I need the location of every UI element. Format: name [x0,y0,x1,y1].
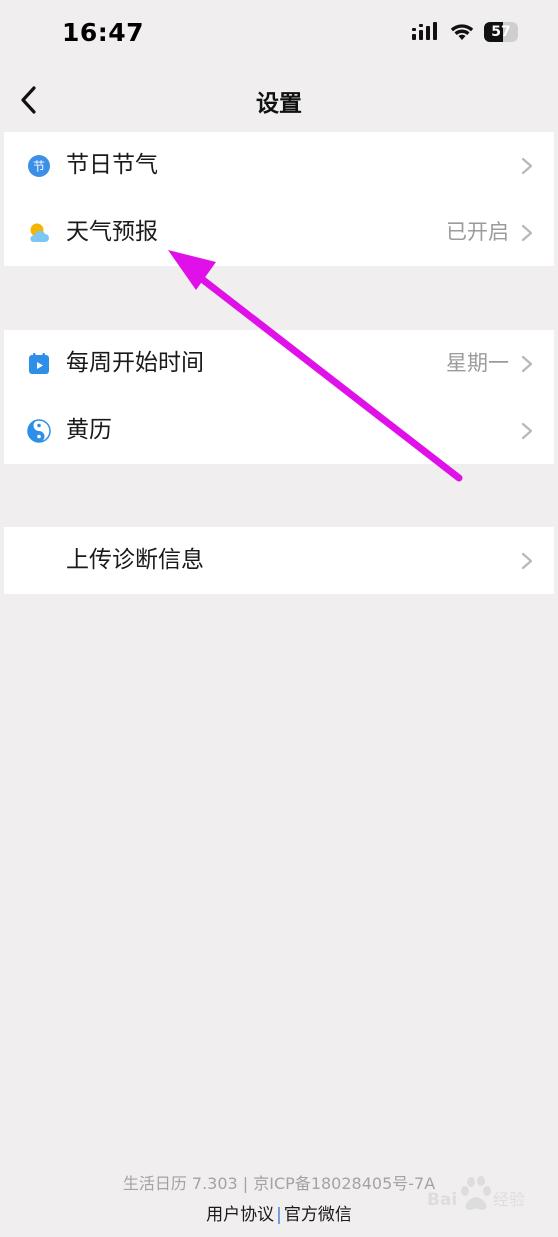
svg-text:经验: 经验 [493,1190,525,1209]
festival-icon-glyph: 节 [33,160,45,174]
status-time: 16:47 [62,18,145,47]
row-upload-diagnostics[interactable]: 上传诊断信息 [4,527,554,594]
calendar-icon [29,353,49,374]
row-weather[interactable]: 天气预报 已开启 [4,199,554,266]
signal-icon [412,22,437,40]
row-festivals[interactable]: 节 节日节气 [4,132,554,199]
wifi-icon [450,24,474,40]
svg-text:Bai: Bai [427,1190,457,1210]
row-value: 星期一 [446,351,509,375]
row-label: 天气预报 [66,219,158,245]
settings-group-1: 节 节日节气 天气预报 已开启 [4,132,554,266]
chevron-right-icon [521,355,533,373]
chevron-right-icon [521,157,533,175]
settings-group-3: 上传诊断信息 [4,527,554,594]
yin-yang-icon [27,419,51,443]
nav-bar: 设置 [0,70,558,130]
settings-group-2: 每周开始时间 星期一 黄历 [4,330,554,464]
weather-icon [30,223,49,242]
festival-icon: 节 [28,155,50,177]
row-value: 已开启 [446,220,509,244]
battery-icon: 57 [484,22,518,42]
official-wechat-link[interactable]: 官方微信 [284,1205,352,1225]
user-agreement-link[interactable]: 用户协议 [206,1205,274,1225]
row-label: 节日节气 [66,152,158,178]
row-label: 上传诊断信息 [66,547,204,573]
page-title: 设置 [256,91,302,117]
chevron-right-icon [521,224,533,242]
row-label: 每周开始时间 [66,350,204,376]
status-icons: 57 [412,22,518,42]
chevron-right-icon [521,422,533,440]
row-almanac[interactable]: 黄历 [4,397,554,464]
status-bar: 16:47 57 [0,0,558,70]
chevron-right-icon [521,552,533,570]
row-label: 黄历 [66,417,112,443]
footer-separator: | [276,1205,282,1225]
row-week-start[interactable]: 每周开始时间 星期一 [4,330,554,397]
watermark-logo: Bai 经验 [427,1176,525,1210]
battery-percent: 57 [491,24,511,40]
